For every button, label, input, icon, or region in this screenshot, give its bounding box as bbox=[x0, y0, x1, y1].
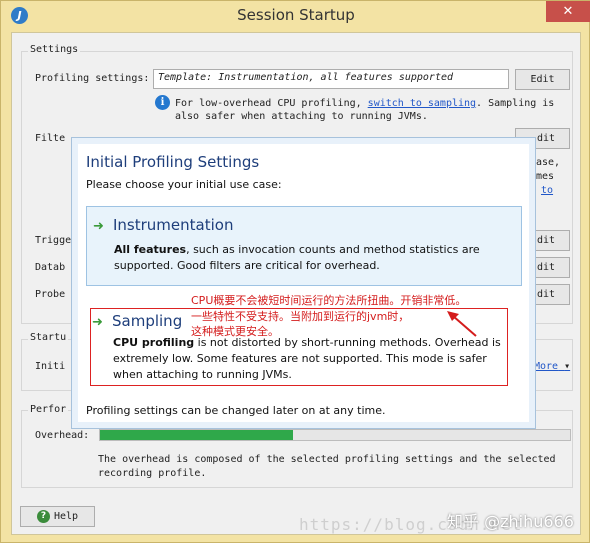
sampling-hint-suffix: . Sampling is bbox=[476, 98, 555, 109]
startup-group-label: Startu bbox=[28, 332, 69, 343]
dialog-subtitle: Please choose your initial use case: bbox=[86, 178, 282, 191]
close-icon: ✕ bbox=[562, 4, 574, 19]
instrumentation-option[interactable]: ➜ Instrumentation All features, such as … bbox=[86, 206, 522, 286]
zhihu-watermark: 知乎 @zhihu666 bbox=[447, 512, 574, 531]
dialog-title: Initial Profiling Settings bbox=[86, 153, 260, 171]
overhead-label: Overhead: bbox=[35, 430, 90, 441]
chevron-down-icon: ▾ bbox=[564, 361, 571, 372]
info-icon: i bbox=[155, 95, 170, 110]
databases-label: Datab bbox=[35, 262, 66, 273]
arrow-right-icon: ➜ bbox=[93, 219, 104, 234]
profiling-settings-field[interactable]: Template: Instrumentation, all features … bbox=[153, 69, 509, 89]
dialog-footer-note: Profiling settings can be changed later … bbox=[86, 404, 386, 417]
help-icon: ? bbox=[36, 509, 50, 523]
overhead-note-line1: The overhead is composed of the selected… bbox=[98, 454, 556, 465]
filter-info-fragment-2: mes bbox=[536, 171, 555, 182]
annotation-line-1: CPU概要不会被短时间运行的方法所扭曲。开销非常低。 bbox=[191, 294, 467, 307]
switch-to-sampling-link[interactable]: switch to sampling bbox=[368, 98, 476, 109]
window-title: Session Startup bbox=[237, 6, 355, 24]
probe-label: Probe bbox=[35, 289, 66, 300]
annotation-line-2: 一些特性不受支持。当附加到运行的jvm时， bbox=[191, 310, 410, 323]
overhead-meter-fill bbox=[100, 430, 293, 440]
performance-group-label: Perfor bbox=[28, 404, 69, 415]
annotation-arrow-icon bbox=[447, 311, 477, 337]
sampling-hint-line2: also safer when attaching to running JVM… bbox=[175, 111, 428, 122]
filter-settings-label: Filte bbox=[35, 133, 66, 144]
more-link-label: More bbox=[534, 361, 559, 372]
overhead-meter bbox=[99, 429, 571, 441]
sampling-hint-prefix: For low-overhead CPU profiling, bbox=[175, 98, 362, 109]
edit-profiling-button[interactable]: Edit bbox=[515, 69, 570, 90]
title-bar[interactable]: J Session Startup ✕ bbox=[1, 1, 590, 31]
session-startup-window: J Session Startup ✕ Settings Profiling s… bbox=[0, 0, 590, 543]
close-button[interactable]: ✕ bbox=[546, 1, 590, 22]
instrumentation-desc-bold: All features bbox=[114, 243, 187, 256]
more-link[interactable]: More ▾ bbox=[534, 361, 570, 372]
annotation-line-3: 这种模式更安全。 bbox=[191, 325, 279, 338]
sampling-hint: For low-overhead CPU profiling, switch t… bbox=[175, 97, 554, 123]
filter-info-fragment-1: ase, bbox=[536, 157, 561, 168]
help-button[interactable]: ? Help bbox=[20, 506, 95, 527]
profiling-settings-label: Profiling settings: bbox=[35, 73, 150, 84]
overhead-note-line2: recording profile. bbox=[98, 468, 207, 479]
overhead-note: The overhead is composed of the selected… bbox=[98, 453, 556, 481]
initial-recording-label: Initi bbox=[35, 361, 66, 372]
settings-group-label: Settings bbox=[28, 44, 81, 55]
help-button-label: Help bbox=[53, 511, 79, 522]
instrumentation-option-title: Instrumentation bbox=[113, 216, 234, 234]
instrumentation-option-desc: All features, such as invocation counts … bbox=[114, 242, 509, 274]
filter-info-link-fragment[interactable]: to bbox=[541, 185, 553, 196]
trigger-settings-label: Trigge bbox=[35, 235, 72, 246]
